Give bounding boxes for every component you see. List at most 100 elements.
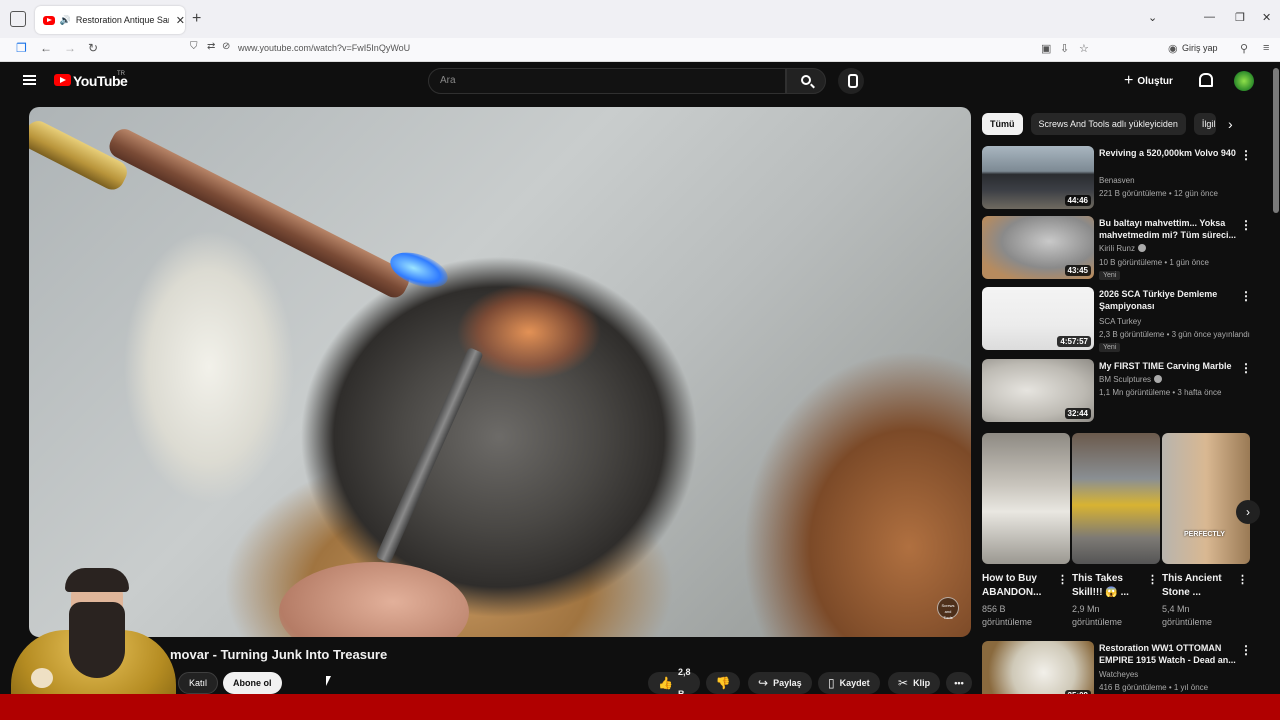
forward-icon[interactable]: → (64, 41, 76, 55)
recommendation-item[interactable]: 43:45 Bu baltayı mahvettim... Yoksa mahv… (982, 216, 1252, 280)
tab-overflow-icon[interactable]: ⌄ (1148, 11, 1157, 24)
notifications-bell-icon[interactable] (1197, 72, 1213, 87)
maximize-icon[interactable]: ❐ (1235, 11, 1245, 24)
duration-badge: 43:45 (1064, 265, 1091, 276)
clip-button[interactable]: ✂ Klip (888, 672, 941, 694)
channel-name[interactable]: Benasven (1099, 176, 1135, 185)
page-scrollbar[interactable] (1273, 68, 1279, 213)
avatar[interactable] (1234, 71, 1254, 91)
close-window-icon[interactable]: ✕ (1262, 11, 1271, 24)
recommendation-title[interactable]: Reviving a 520,000km Volvo 940 (1099, 147, 1237, 159)
chevron-right-icon[interactable]: › (1228, 116, 1233, 132)
clip-label: Klip (913, 678, 931, 688)
recommendation-title[interactable]: Restoration WW1 OTTOMAN EMPIRE 1915 Watc… (1099, 642, 1237, 666)
short-title[interactable]: This Ancient Stone ... (1162, 572, 1236, 600)
voice-search-icon[interactable] (838, 68, 864, 94)
url-bar[interactable]: www.youtube.com/watch?v=FwI5InQyWoU (238, 43, 410, 53)
short-thumbnail[interactable] (982, 433, 1070, 564)
recommendation-item[interactable]: 32:44 My FIRST TIME Carving Marble BM Sc… (982, 359, 1252, 423)
browser-tab[interactable]: 🔊 Restoration Antique Samov ✕ (35, 6, 185, 34)
share-button[interactable]: ↪ Paylaş (748, 672, 812, 694)
video-thumbnail[interactable]: 44:46 (982, 146, 1094, 209)
reload-icon[interactable]: ↻ (88, 41, 98, 55)
short-thumbnail[interactable]: PERFECTLY (1162, 433, 1250, 564)
skull-emblem-icon (31, 668, 53, 688)
bookmark-star-icon[interactable]: ☆ (1079, 42, 1089, 55)
chip-related[interactable]: İlgili (1193, 113, 1216, 135)
new-tab-icon[interactable]: + (192, 10, 201, 28)
channel-name-text: Kirili Runz (1099, 244, 1136, 253)
bookmark-icon: ▯ (828, 676, 835, 690)
video-thumbnail[interactable]: 43:45 (982, 216, 1094, 279)
create-button[interactable]: + Oluştur (1124, 70, 1173, 92)
region-code: TR (117, 71, 125, 77)
save-label: Kaydet (839, 678, 870, 688)
video-frame-hand (279, 562, 469, 637)
save-button[interactable]: ▯ Kaydet (818, 672, 880, 694)
more-vert-icon[interactable]: ⋮ (1240, 289, 1252, 303)
video-player[interactable]: Screws and Tools (29, 107, 971, 637)
more-vert-icon[interactable]: ⋮ (1237, 573, 1248, 586)
more-vert-icon[interactable]: ⋮ (1147, 573, 1158, 586)
back-icon[interactable]: ← (40, 41, 52, 55)
channel-name[interactable]: BM Sculptures (1099, 375, 1163, 384)
short-title[interactable]: How to Buy ABANDON... (982, 572, 1056, 600)
account-icon[interactable]: ◉ (1168, 42, 1178, 55)
chip-all[interactable]: Tümü (982, 113, 1023, 135)
recommendation-title[interactable]: Bu baltayı mahvettim... Yoksa mahvetmedi… (1099, 217, 1237, 241)
thumbs-down-icon: 👎 (715, 676, 731, 690)
video-meta: 2,3 B görüntüleme • 3 gün önce yayınland… (1099, 330, 1250, 339)
video-thumbnail[interactable]: 32:44 (982, 359, 1094, 422)
channel-name-text: BM Sculptures (1099, 375, 1152, 384)
youtube-logo-icon[interactable] (54, 74, 71, 86)
recommendation-item[interactable]: 44:46 Reviving a 520,000km Volvo 940 Ben… (982, 146, 1252, 210)
download-icon[interactable]: ⇩ (1060, 42, 1069, 55)
shorts-next-button[interactable]: › (1236, 500, 1260, 524)
close-tab-icon[interactable]: ✕ (176, 14, 185, 27)
join-button[interactable]: Katıl (178, 672, 219, 694)
channel-name[interactable]: SCA Turkey (1099, 317, 1141, 326)
extensions-icon[interactable]: ⚲ (1240, 42, 1248, 55)
search-icon (801, 75, 811, 85)
dislike-button[interactable]: 👎 (706, 672, 740, 694)
search-button[interactable] (786, 68, 826, 94)
recommendation-item[interactable]: 4:57:57 2026 SCA Türkiye Demleme Şampiyo… (982, 287, 1252, 352)
short-item[interactable]: PERFECTLY This Ancient Stone ... 5,4 Mn … (1162, 433, 1250, 629)
filter-chips: Tümü Screws And Tools adlı yükleyiciden … (982, 113, 1216, 135)
more-vert-icon[interactable]: ⋮ (1240, 218, 1252, 232)
chip-from-uploader[interactable]: Screws And Tools adlı yükleyiciden (1030, 113, 1186, 135)
recommendation-title[interactable]: My FIRST TIME Carving Marble (1099, 360, 1237, 372)
short-item[interactable]: This Takes Skill!!! 😱 ... 2,9 Mn görüntü… (1072, 433, 1160, 629)
sidebar-toggle-icon[interactable]: ❐ (16, 41, 27, 55)
browser-signin[interactable]: Giriş yap (1182, 43, 1218, 53)
lock-icon[interactable]: ⊘ (222, 41, 230, 52)
more-vert-icon[interactable]: ⋮ (1240, 361, 1252, 375)
tab-title: Restoration Antique Samov (75, 15, 169, 25)
channel-name[interactable]: Watcheyes (1099, 670, 1138, 679)
short-item[interactable]: How to Buy ABANDON... 856 B görüntüleme … (982, 433, 1070, 629)
duration-badge: 4:57:57 (1057, 336, 1091, 347)
video-thumbnail[interactable]: 4:57:57 (982, 287, 1094, 350)
channel-watermark[interactable]: Screws and Tools (937, 597, 959, 620)
more-vert-icon[interactable]: ⋮ (1057, 573, 1068, 586)
duration-badge: 32:44 (1064, 408, 1091, 419)
browser-menu-icon[interactable]: ≡ (1263, 42, 1269, 54)
minimize-icon[interactable]: — (1204, 11, 1215, 23)
search-input[interactable]: Ara (428, 68, 786, 94)
plus-icon: + (1124, 72, 1134, 89)
subscribe-button[interactable]: Abone ol (223, 672, 282, 694)
more-actions-button[interactable]: ••• (946, 672, 972, 694)
hamburger-menu-icon[interactable] (23, 75, 36, 85)
tab-list-icon[interactable] (10, 11, 26, 27)
short-thumbnail[interactable] (1072, 433, 1160, 564)
permissions-icon[interactable]: ⇄ (207, 41, 215, 52)
short-title[interactable]: This Takes Skill!!! 😱 ... (1072, 572, 1146, 600)
channel-name[interactable]: Kirili Runz (1099, 244, 1147, 253)
speaker-icon[interactable]: 🔊 (60, 15, 71, 26)
more-vert-icon[interactable]: ⋮ (1240, 643, 1252, 657)
picture-in-picture-icon[interactable]: ▣ (1041, 42, 1051, 55)
like-button[interactable]: 👍 2,8 B (648, 667, 700, 699)
shield-icon[interactable]: ⛉ (190, 41, 198, 52)
recommendation-title[interactable]: 2026 SCA Türkiye Demleme Şampiyonası (1099, 288, 1237, 312)
more-vert-icon[interactable]: ⋮ (1240, 148, 1252, 162)
